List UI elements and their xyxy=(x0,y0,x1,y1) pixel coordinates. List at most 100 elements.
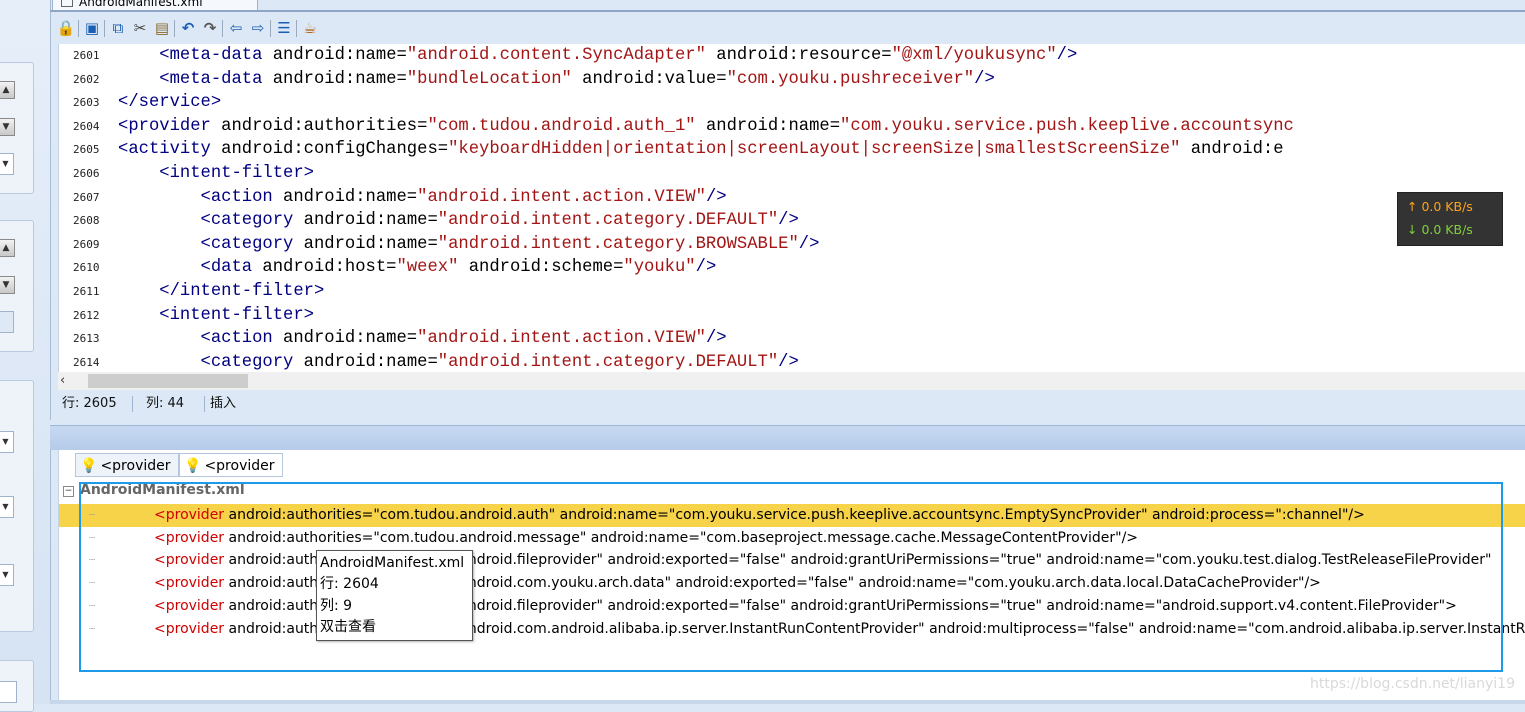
code-token: android:name= xyxy=(303,211,438,231)
code-line: <action android:name="android.intent.act… xyxy=(118,186,727,210)
code-editor[interactable]: 2601 2602 2603 2604 2605 2606 2607 2608 2609 2610… xyxy=(58,44,1525,372)
scroll-up-icon[interactable]: ▲ xyxy=(0,81,15,99)
tooltip-hint: 双击查看 xyxy=(320,619,376,635)
line-number: 2614 xyxy=(73,355,100,369)
line-number: 2602 xyxy=(73,72,100,86)
code-token: android:e xyxy=(1180,140,1284,160)
code-token: /> xyxy=(974,69,995,89)
checkbox-icon[interactable] xyxy=(61,0,73,7)
results-panel-header xyxy=(50,425,1525,450)
code-line: <meta-data android:name="android.content… xyxy=(118,44,1077,68)
redo-icon[interactable]: ↷ xyxy=(200,17,220,39)
scroll-up-icon[interactable]: ▲ xyxy=(0,239,15,257)
dropdown-arrow-icon[interactable]: ▼ xyxy=(0,153,14,175)
code-token: <category xyxy=(200,234,304,254)
forward-icon[interactable]: ⇨ xyxy=(248,17,268,39)
toolbar-separator xyxy=(270,20,271,37)
code-token: android:host= xyxy=(262,258,397,278)
code-token: "keyboardHidden|orientation|screenLayout… xyxy=(448,140,1181,160)
code-token: "android.content.SyncAdapter" xyxy=(406,46,706,65)
file-tab-label: AndroidManifest.xml xyxy=(79,0,203,9)
code-token: /> xyxy=(798,234,820,254)
code-token: /> xyxy=(778,352,799,372)
code-token: android:resource= xyxy=(705,46,892,65)
line-number: 2606 xyxy=(73,167,100,180)
left-group-2: ▲ ▼ xyxy=(0,220,34,352)
code-token: /> xyxy=(778,211,799,231)
code-token: android:name= xyxy=(283,329,418,349)
left-group-1: ▲ ▼ ▼ xyxy=(0,62,34,194)
side-button[interactable] xyxy=(0,311,14,333)
download-speed: ↓ 0.0 KB/s xyxy=(1407,222,1473,237)
code-token: "weex" xyxy=(396,258,459,278)
selection-frame xyxy=(79,482,1503,672)
code-token: "android.intent.action.VIEW" xyxy=(417,187,706,207)
dropdown-arrow-icon[interactable]: ▼ xyxy=(0,564,14,586)
line-number: 2603 xyxy=(73,96,100,110)
code-line: <category android:name="android.intent.c… xyxy=(118,209,799,233)
line-number: 2601 xyxy=(73,49,100,62)
line-number: 2612 xyxy=(73,308,100,322)
side-input[interactable] xyxy=(0,681,17,703)
code-token: android:configChanges= xyxy=(221,140,449,160)
code-token: <meta-data xyxy=(159,46,273,65)
left-panel: ▲ ▼ ▼ ▲ ▼ ▼ ▼ ▼ xyxy=(0,0,51,712)
left-group-3: ▼ ▼ ▼ xyxy=(0,380,34,632)
collapse-icon[interactable]: − xyxy=(63,486,74,497)
tooltip-col: 列: 9 xyxy=(320,598,353,614)
back-icon[interactable]: ⇦ xyxy=(226,17,246,39)
scroll-down-icon[interactable]: ▼ xyxy=(0,276,15,294)
line-number: 2611 xyxy=(73,285,100,298)
scroll-left-icon[interactable]: ‹ xyxy=(60,372,74,390)
code-token: "@xml/youkusync" xyxy=(891,46,1057,65)
line-number: 2607 xyxy=(73,190,100,204)
dropdown-arrow-icon[interactable]: ▼ xyxy=(0,431,14,453)
copy-icon[interactable]: ⧉ xyxy=(108,17,128,39)
code-token: android:name= xyxy=(303,234,438,254)
scrollbar-thumb[interactable] xyxy=(88,374,248,388)
dropdown-arrow-icon[interactable]: ▼ xyxy=(0,496,14,518)
toolbar-separator xyxy=(222,20,223,37)
cut-icon[interactable]: ✂ xyxy=(130,17,150,39)
lock-icon[interactable]: 🔒 xyxy=(56,17,76,39)
format-icon[interactable]: ☰ xyxy=(274,17,294,39)
code-token: <meta-data xyxy=(159,69,273,89)
line-number: 2605 xyxy=(73,143,100,157)
line-number: 2610 xyxy=(73,261,100,275)
upload-speed: ↑ 0.0 KB/s xyxy=(1407,199,1473,214)
code-token: /> xyxy=(695,258,717,278)
line-number: 2608 xyxy=(73,214,100,228)
status-separator xyxy=(132,396,133,412)
lightbulb-icon: 💡 xyxy=(80,458,98,474)
code-token: /> xyxy=(705,187,727,207)
insert-mode: 插入 xyxy=(210,396,237,411)
horizontal-scrollbar[interactable]: ‹ xyxy=(58,372,1525,390)
save-icon[interactable]: ▣ xyxy=(82,17,102,39)
result-tab-1[interactable]: 💡 <provider xyxy=(75,453,179,477)
toolbar-separator xyxy=(296,20,297,37)
undo-icon[interactable]: ↶ xyxy=(178,17,198,39)
line-number: 2604 xyxy=(73,119,100,133)
code-token: android:scheme= xyxy=(458,258,624,278)
scroll-down-icon[interactable]: ▼ xyxy=(0,118,15,136)
bottom-border xyxy=(50,700,1525,704)
status-separator xyxy=(204,396,205,412)
code-token: </intent-filter> xyxy=(159,282,325,301)
result-tab-label: <provider xyxy=(100,458,171,474)
net-speed-widget: ↑ 0.0 KB/s ↓ 0.0 KB/s xyxy=(1397,192,1503,246)
code-token: <provider xyxy=(118,116,222,136)
code-token: "android.intent.action.VIEW" xyxy=(417,329,706,349)
result-tab-2[interactable]: 💡 <provider xyxy=(179,453,283,477)
code-token: <category xyxy=(200,211,304,231)
java-icon[interactable]: ☕ xyxy=(300,17,320,39)
paste-icon[interactable]: ▤ xyxy=(152,17,172,39)
code-token: <intent-filter> xyxy=(159,305,314,325)
